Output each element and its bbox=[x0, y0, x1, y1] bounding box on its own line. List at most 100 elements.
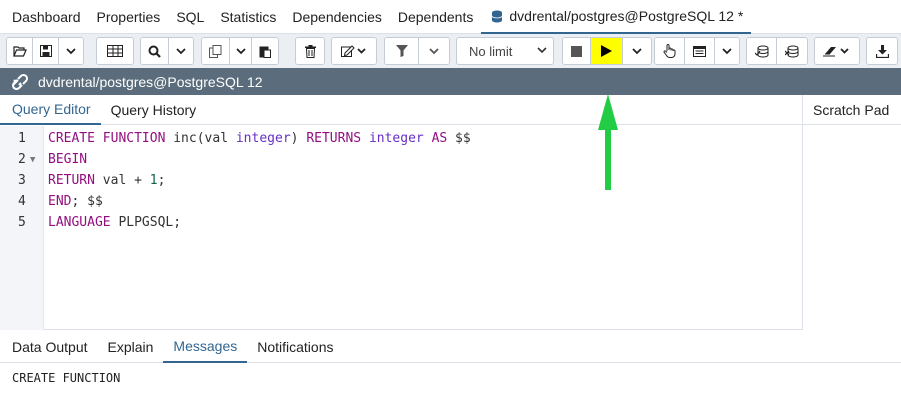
chevron-down-icon bbox=[176, 47, 186, 54]
tab-data-output[interactable]: Data Output bbox=[0, 331, 98, 363]
output-tab-bar: Data Output Explain Messages Notificatio… bbox=[0, 331, 901, 363]
download-icon bbox=[875, 44, 889, 58]
tab-notifications[interactable]: Notifications bbox=[247, 331, 343, 363]
search-icon bbox=[148, 45, 161, 58]
paste-icon bbox=[259, 46, 271, 58]
sql-editor[interactable]: 1 2 ▼ 3 4 5 CREATE FUNCTION inc(val integ… bbox=[0, 126, 802, 330]
save-dropdown-button[interactable] bbox=[59, 38, 83, 64]
code-token: RETURNS bbox=[306, 131, 369, 146]
edit-icon bbox=[341, 45, 366, 57]
edit-button-group bbox=[331, 37, 377, 65]
query-toolbar: No limit bbox=[0, 34, 901, 68]
code-token: val + bbox=[102, 173, 150, 188]
eraser-icon bbox=[823, 47, 849, 57]
row-limit-select[interactable]: No limit bbox=[456, 37, 554, 65]
code-line: END; $$ bbox=[48, 194, 103, 215]
tab-dependents[interactable]: Dependents bbox=[390, 0, 482, 34]
code-token: ; bbox=[157, 173, 166, 188]
download-button-group bbox=[866, 37, 898, 65]
code-line: CREATE FUNCTION inc(val integer) RETURNS… bbox=[48, 131, 471, 152]
code-token: AS bbox=[431, 131, 456, 146]
scratch-pad-title: Scratch Pad bbox=[803, 95, 901, 125]
chevron-down-icon bbox=[66, 47, 76, 54]
execute-button[interactable] bbox=[591, 38, 623, 64]
file-button-group bbox=[6, 37, 84, 65]
find-button[interactable] bbox=[141, 38, 169, 64]
row-limit-value: No limit bbox=[469, 43, 513, 59]
explain-dropdown-button[interactable] bbox=[715, 38, 739, 64]
tab-properties[interactable]: Properties bbox=[89, 0, 169, 34]
chevron-down-icon bbox=[722, 47, 732, 54]
code-token: PLPGSQL; bbox=[118, 215, 182, 230]
commit-icon bbox=[754, 45, 768, 58]
code-token: RETURN bbox=[48, 173, 103, 188]
code-line: BEGIN bbox=[48, 152, 87, 173]
code-token: inc(val bbox=[173, 131, 236, 146]
tab-dependencies[interactable]: Dependencies bbox=[284, 0, 390, 34]
connection-bar: dvdrental/postgres@PostgreSQL 12 bbox=[0, 68, 901, 95]
tab-query-history[interactable]: Query History bbox=[101, 95, 207, 125]
open-file-button[interactable] bbox=[7, 38, 33, 64]
stop-button[interactable] bbox=[563, 38, 591, 64]
editor-tab-bar: Query Editor Query History bbox=[0, 95, 802, 125]
clipboard-button-group bbox=[201, 37, 279, 65]
clear-button[interactable] bbox=[815, 38, 859, 64]
chevron-down-icon bbox=[537, 47, 547, 54]
rollback-button[interactable] bbox=[777, 38, 807, 64]
scratch-pad-panel: Scratch Pad bbox=[802, 95, 901, 330]
copy-dropdown-button[interactable] bbox=[230, 38, 252, 64]
code-token: $$ bbox=[455, 131, 471, 146]
code-token: CREATE FUNCTION bbox=[48, 131, 174, 146]
fold-arrow-icon[interactable]: ▼ bbox=[30, 155, 35, 165]
tab-query-tool[interactable]: dvdrental/postgres@PostgreSQL 12 * bbox=[481, 0, 752, 34]
code-line: LANGUAGE PLPGSQL; bbox=[48, 215, 181, 236]
copy-button[interactable] bbox=[202, 38, 230, 64]
explain-analyze-button[interactable] bbox=[685, 38, 715, 64]
connection-icon[interactable] bbox=[10, 73, 30, 91]
output-message: CREATE FUNCTION bbox=[12, 371, 121, 385]
tab-query-tool-label: dvdrental/postgres@PostgreSQL 12 * bbox=[509, 8, 744, 24]
edit-grid-button[interactable] bbox=[97, 38, 133, 64]
annotation-arrow-icon bbox=[598, 94, 618, 190]
explain-button[interactable] bbox=[655, 38, 685, 64]
filter-button[interactable] bbox=[385, 38, 419, 64]
code-token: BEGIN bbox=[48, 152, 88, 167]
tab-messages[interactable]: Messages bbox=[163, 331, 248, 363]
filter-dropdown-button[interactable] bbox=[419, 38, 449, 64]
commit-button[interactable] bbox=[747, 38, 777, 64]
find-dropdown-button[interactable] bbox=[169, 38, 193, 64]
list-icon bbox=[693, 45, 706, 57]
tab-sql[interactable]: SQL bbox=[168, 0, 212, 34]
delete-button-group bbox=[295, 37, 325, 65]
code-token: integer bbox=[368, 131, 432, 146]
clear-button-group bbox=[814, 37, 860, 65]
chevron-down-icon bbox=[632, 47, 642, 54]
line-number: 5 bbox=[18, 215, 26, 230]
line-number: 1 bbox=[18, 131, 26, 146]
rollback-icon bbox=[785, 45, 799, 58]
tab-query-editor[interactable]: Query Editor bbox=[0, 95, 101, 125]
download-button[interactable] bbox=[867, 38, 897, 64]
line-number: 4 bbox=[18, 194, 26, 209]
code-token: integer bbox=[235, 131, 291, 146]
stop-icon bbox=[571, 45, 582, 57]
transaction-button-group bbox=[746, 37, 808, 65]
edit-button[interactable] bbox=[332, 38, 376, 64]
delete-button[interactable] bbox=[296, 38, 324, 64]
grid-icon bbox=[107, 45, 123, 57]
pointer-icon bbox=[663, 44, 676, 58]
line-number: 2 ▼ bbox=[18, 152, 36, 167]
filter-button-group bbox=[384, 37, 450, 65]
line-number-gutter: 1 2 ▼ 3 4 5 bbox=[0, 126, 44, 330]
save-button[interactable] bbox=[33, 38, 59, 64]
line-number: 3 bbox=[18, 173, 26, 188]
code-token: LANGUAGE bbox=[48, 215, 119, 230]
paste-button[interactable] bbox=[252, 38, 278, 64]
tab-explain[interactable]: Explain bbox=[98, 331, 164, 363]
find-button-group bbox=[140, 37, 194, 65]
connection-label: dvdrental/postgres@PostgreSQL 12 bbox=[38, 73, 263, 90]
tab-dashboard[interactable]: Dashboard bbox=[0, 0, 89, 34]
execute-dropdown-button[interactable] bbox=[623, 38, 651, 64]
top-tab-bar: Dashboard Properties SQL Statistics Depe… bbox=[0, 0, 901, 34]
tab-statistics[interactable]: Statistics bbox=[212, 0, 284, 34]
